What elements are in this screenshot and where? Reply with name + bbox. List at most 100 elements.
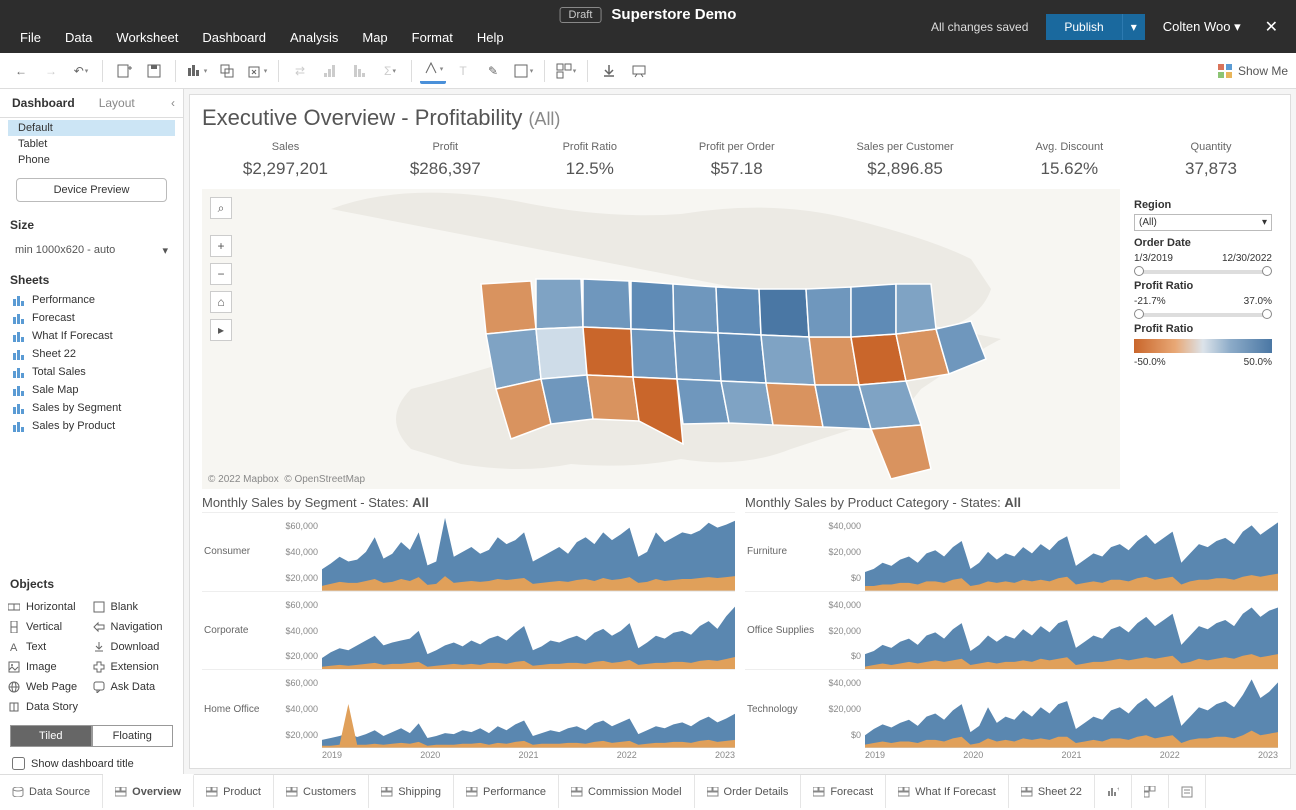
sort-asc-icon[interactable] [317, 58, 343, 84]
user-menu[interactable]: Colten Woo ▾ [1163, 19, 1241, 35]
object-horizontal[interactable]: Horizontal [8, 599, 91, 615]
show-me-button[interactable]: Show Me [1218, 64, 1288, 78]
publish-caret[interactable]: ▾ [1122, 14, 1145, 40]
device-phone[interactable]: Phone [8, 152, 175, 168]
object-blank[interactable]: Blank [93, 599, 176, 615]
highlight-icon[interactable]: ▾ [420, 58, 446, 84]
menu-file[interactable]: File [8, 22, 53, 53]
tab-commission-model[interactable]: Commission Model [559, 775, 695, 808]
tab-overview[interactable]: Overview [103, 774, 194, 807]
new-dashboard-icon[interactable] [1132, 775, 1169, 808]
tab-layout[interactable]: Layout [87, 89, 147, 117]
map-zoom-out-icon[interactable]: − [210, 263, 232, 285]
date-slider[interactable] [1138, 270, 1268, 274]
tab-forecast[interactable]: Forecast [801, 775, 886, 808]
close-icon[interactable]: ✕ [1259, 17, 1284, 37]
tab-order-details[interactable]: Order Details [695, 775, 802, 808]
region-filter-label: Region [1134, 199, 1272, 211]
map-zoom-in-icon[interactable]: + [210, 235, 232, 257]
object-text[interactable]: AText [8, 639, 91, 655]
sheet-forecast[interactable]: Forecast [4, 309, 179, 327]
totals-icon[interactable]: Σ▾ [377, 58, 403, 84]
new-worksheet-icon[interactable]: + [1095, 775, 1132, 808]
profit-ratio-slider[interactable] [1138, 313, 1268, 317]
publish-button[interactable]: Publish [1046, 14, 1121, 40]
object-download[interactable]: Download [93, 639, 176, 655]
sheet-performance[interactable]: Performance [4, 291, 179, 309]
tab-what-if-forecast[interactable]: What If Forecast [886, 775, 1009, 808]
size-dropdown[interactable]: min 1000x620 - auto▾ [10, 240, 173, 261]
swap-icon[interactable]: ⇄ [287, 58, 313, 84]
tab-shipping[interactable]: Shipping [369, 775, 454, 808]
tab-dashboard[interactable]: Dashboard [0, 89, 87, 117]
object-image[interactable]: Image [8, 659, 91, 675]
map[interactable]: ⌕ + − ⌂ ▸ [202, 189, 1120, 489]
object-navigation[interactable]: Navigation [93, 619, 176, 635]
draft-badge: Draft [560, 7, 602, 23]
tab-sheet-22[interactable]: Sheet 22 [1009, 775, 1095, 808]
map-search-icon[interactable]: ⌕ [210, 197, 232, 219]
kpi-sales-per-customer: Sales per Customer$2,896.85 [856, 141, 953, 179]
device-default[interactable]: Default [8, 120, 175, 136]
object-data-story[interactable]: Data Story [8, 699, 91, 715]
doc-title: Superstore Demo [611, 6, 736, 23]
map-play-icon[interactable]: ▸ [210, 319, 232, 341]
tiled-button[interactable]: Tiled [10, 725, 92, 747]
fit-icon[interactable]: ▾ [510, 58, 536, 84]
floating-button[interactable]: Floating [92, 725, 174, 747]
new-sheet-icon[interactable]: ▾ [184, 58, 210, 84]
clear-icon[interactable]: ▾ [244, 58, 270, 84]
menu-dashboard[interactable]: Dashboard [190, 22, 278, 53]
filter-panel: Region (All)▾ Order Date 1/3/201912/30/2… [1128, 189, 1278, 489]
menu-map[interactable]: Map [350, 22, 399, 53]
map-home-icon[interactable]: ⌂ [210, 291, 232, 313]
object-vertical[interactable]: Vertical [8, 619, 91, 635]
sheet-what-if-forecast[interactable]: What If Forecast [4, 327, 179, 345]
menu-worksheet[interactable]: Worksheet [104, 22, 190, 53]
menu-help[interactable]: Help [465, 22, 516, 53]
kpi-profit-per-order: Profit per Order$57.18 [699, 141, 775, 179]
format-icon[interactable]: ✎ [480, 58, 506, 84]
tab-data-source[interactable]: Data Source [0, 775, 103, 808]
new-story-icon[interactable] [1169, 775, 1206, 808]
object-web-page[interactable]: Web Page [8, 679, 91, 695]
show-cards-icon[interactable]: ▾ [553, 58, 579, 84]
save-icon[interactable] [141, 58, 167, 84]
segment-chart: Monthly Sales by Segment - States: All C… [202, 495, 735, 760]
sheet-sale-map[interactable]: Sale Map [4, 381, 179, 399]
new-datasource-icon[interactable] [111, 58, 137, 84]
sort-desc-icon[interactable] [347, 58, 373, 84]
menu-data[interactable]: Data [53, 22, 104, 53]
show-title-checkbox[interactable] [12, 757, 25, 770]
menu-analysis[interactable]: Analysis [278, 22, 350, 53]
region-dropdown[interactable]: (All)▾ [1134, 214, 1272, 231]
sheet-sheet-22[interactable]: Sheet 22 [4, 345, 179, 363]
chart-row: Corporate$60,000$40,000$20,000 [202, 591, 735, 670]
tab-product[interactable]: Product [194, 775, 274, 808]
svg-text:A: A [10, 642, 18, 653]
object-extension[interactable]: Extension [93, 659, 176, 675]
sheet-total-sales[interactable]: Total Sales [4, 363, 179, 381]
left-panel: Dashboard Layout ‹ DefaultTabletPhone De… [0, 89, 184, 774]
download-icon[interactable] [596, 58, 622, 84]
duplicate-icon[interactable] [214, 58, 240, 84]
kpi-avg-discount: Avg. Discount15.62% [1036, 141, 1104, 179]
revert-icon[interactable]: ↶▾ [68, 58, 94, 84]
sheets-heading: Sheets [0, 265, 183, 291]
device-tablet[interactable]: Tablet [8, 136, 175, 152]
canvas: Executive Overview - Profitability (All)… [184, 89, 1296, 774]
device-preview-button[interactable]: Device Preview [16, 178, 167, 202]
collapse-panel-icon[interactable]: ‹ [163, 89, 183, 117]
object-ask-data[interactable]: Ask Data [93, 679, 176, 695]
sheet-sales-by-segment[interactable]: Sales by Segment [4, 399, 179, 417]
sheet-sales-by-product[interactable]: Sales by Product [4, 417, 179, 435]
chart-row: Home Office$60,000$40,000$20,000 [202, 669, 735, 748]
menu-format[interactable]: Format [400, 22, 465, 53]
tab-customers[interactable]: Customers [274, 775, 369, 808]
tab-performance[interactable]: Performance [454, 775, 559, 808]
redo-icon[interactable]: → [38, 58, 64, 84]
color-legend [1134, 339, 1272, 353]
present-icon[interactable] [626, 58, 652, 84]
undo-icon[interactable]: ← [8, 58, 34, 84]
labels-icon[interactable]: T [450, 58, 476, 84]
